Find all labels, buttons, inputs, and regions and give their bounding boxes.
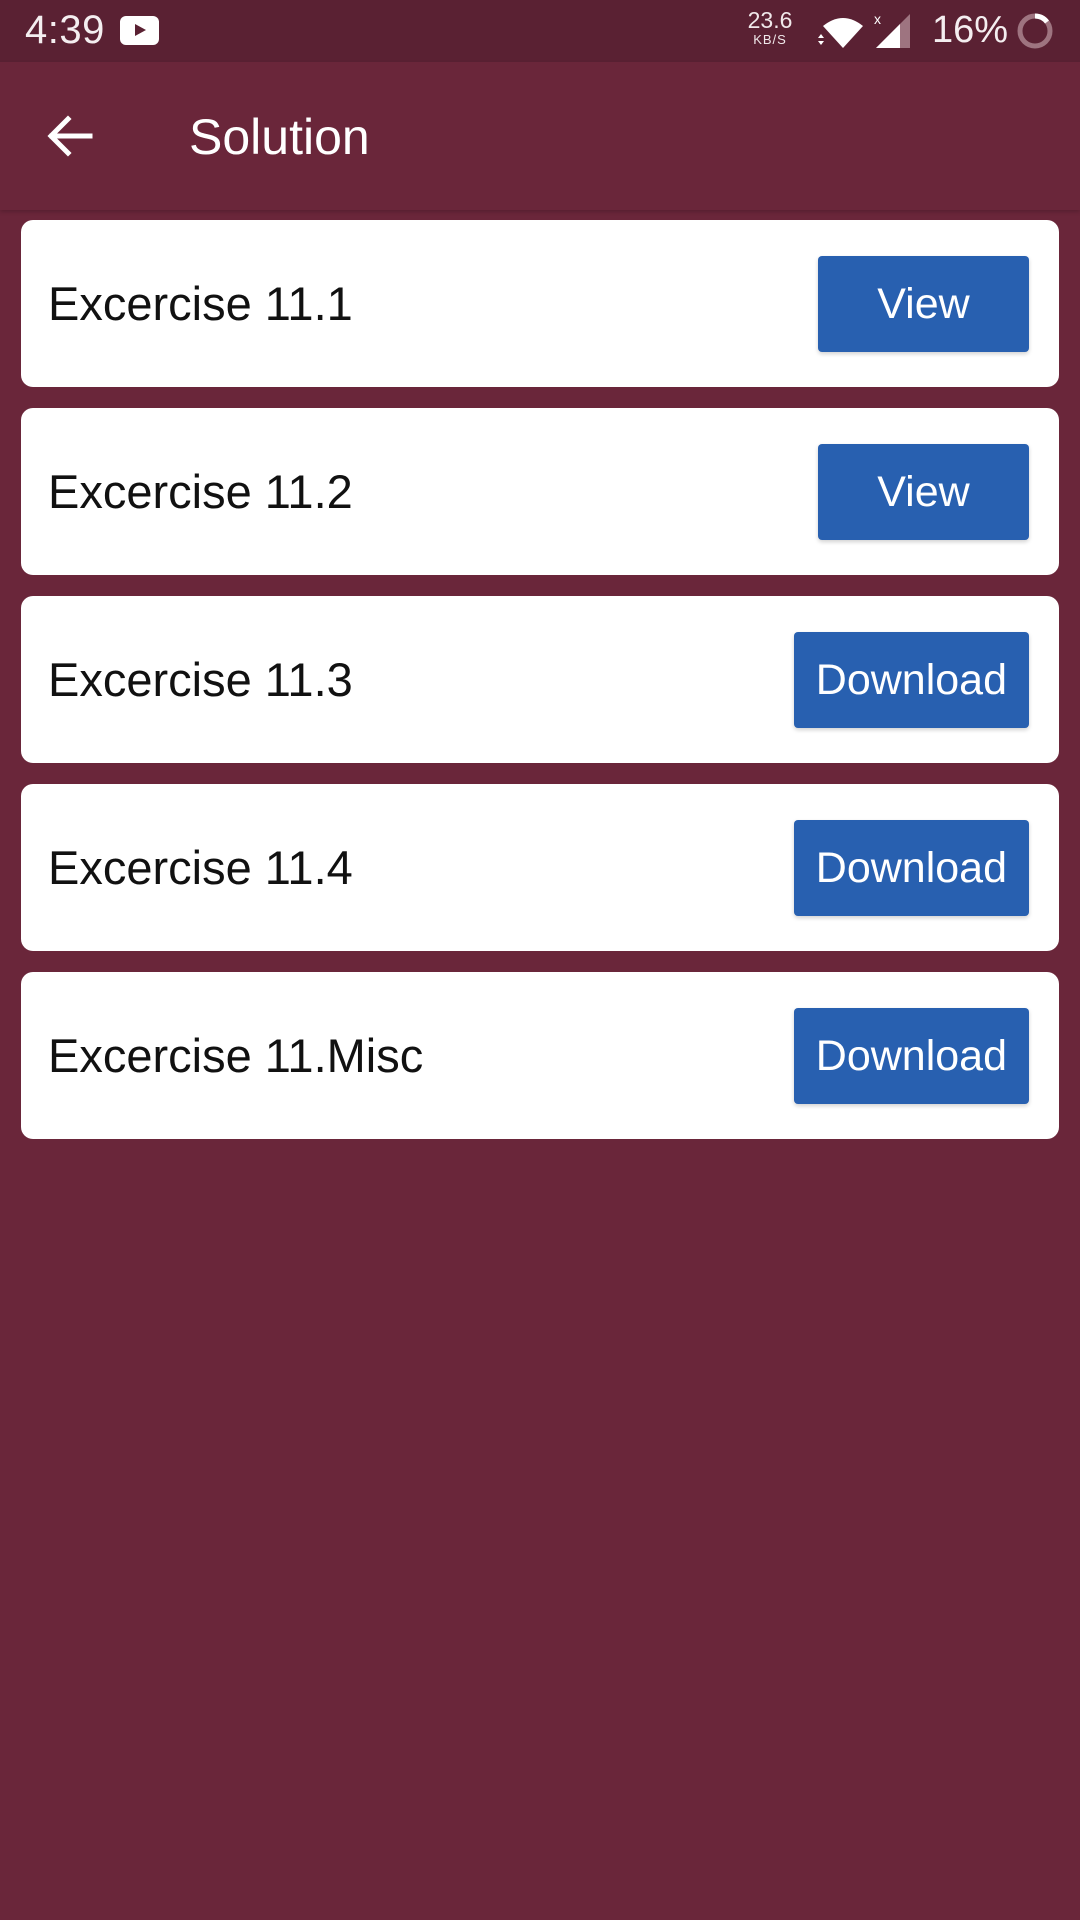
- exercise-label: Excercise 11.4: [48, 841, 353, 894]
- exercise-label: Excercise 11.2: [48, 465, 353, 518]
- signal-icon: x: [874, 12, 910, 48]
- status-bar: 4:39 23.6 KB/S x 16%: [0, 0, 1080, 62]
- view-button[interactable]: View: [818, 256, 1029, 352]
- download-button[interactable]: Download: [793, 1008, 1029, 1104]
- exercise-card: Excercise 11.3 Download: [21, 596, 1059, 763]
- youtube-icon: [120, 16, 159, 45]
- arrow-back-icon: [47, 115, 93, 157]
- battery-icon: [1017, 13, 1053, 49]
- page-title: Solution: [189, 109, 370, 165]
- wifi-icon: [818, 18, 863, 48]
- signal-x-label: x: [874, 12, 881, 27]
- exercise-card: Excercise 11.4 Download: [21, 784, 1059, 951]
- exercise-label: Excercise 11.Misc: [48, 1029, 424, 1082]
- battery-percent: 16%: [932, 9, 1009, 51]
- app-bar: Solution: [0, 62, 1080, 210]
- download-button[interactable]: Download: [793, 820, 1029, 916]
- exercise-label: Excercise 11.1: [48, 277, 353, 330]
- back-button[interactable]: [40, 107, 104, 167]
- network-speed-value: 23.6: [747, 7, 793, 33]
- status-time: 4:39: [25, 8, 105, 52]
- download-button[interactable]: Download: [793, 632, 1029, 728]
- exercise-label: Excercise 11.3: [48, 653, 353, 706]
- view-button[interactable]: View: [818, 444, 1029, 540]
- exercise-list: Excercise 11.1 View Excercise 11.2 View …: [21, 220, 1059, 1160]
- exercise-card: Excercise 11.2 View: [21, 408, 1059, 575]
- network-speed-unit: KB/S: [753, 32, 787, 47]
- exercise-card: Excercise 11.Misc Download: [21, 972, 1059, 1139]
- network-speed: 23.6 KB/S: [745, 7, 795, 47]
- exercise-card: Excercise 11.1 View: [21, 220, 1059, 387]
